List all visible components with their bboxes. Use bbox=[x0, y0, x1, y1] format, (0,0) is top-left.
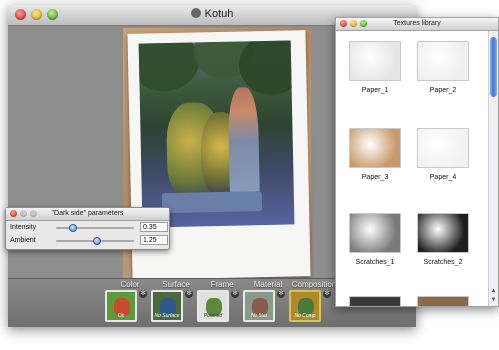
app-icon bbox=[190, 8, 201, 18]
textures-library-window: Textures library Paper_1 Paper_2 Paper_3… bbox=[335, 17, 499, 307]
texture-label: Paper_2 bbox=[429, 87, 457, 94]
effect-caption: No Comp bbox=[294, 313, 316, 319]
person-figure bbox=[227, 87, 261, 208]
gear-icon[interactable]: ✻ bbox=[231, 290, 239, 298]
scroll-down-icon[interactable]: ▼ bbox=[489, 296, 498, 305]
effect-composition[interactable]: Composition No Comp ✻ bbox=[289, 280, 336, 326]
library-title: Textures library bbox=[393, 20, 441, 27]
ambient-row: Ambient 1.25 bbox=[10, 235, 168, 247]
texture-label: Scratches_1 bbox=[355, 259, 395, 266]
effect-caption: Ok bbox=[117, 313, 125, 319]
scrollbar-thumb[interactable] bbox=[490, 37, 497, 97]
effect-thumbnail[interactable]: No Comp bbox=[289, 290, 321, 322]
intensity-slider[interactable] bbox=[56, 224, 134, 232]
effect-caption: No Mat bbox=[250, 313, 268, 319]
edited-photo[interactable] bbox=[138, 40, 295, 228]
intensity-row: Intensity 0.35 bbox=[10, 222, 168, 234]
texture-item[interactable]: Scratches_2 bbox=[414, 213, 472, 266]
texture-swatch[interactable] bbox=[417, 296, 469, 306]
library-titlebar[interactable]: Textures library bbox=[336, 18, 498, 31]
ambient-slider[interactable] bbox=[56, 237, 134, 245]
texture-swatch[interactable] bbox=[349, 41, 401, 81]
parameters-title: "Dark side" parameters bbox=[51, 210, 124, 217]
texture-item[interactable]: Paper_1 bbox=[346, 41, 404, 94]
effect-color[interactable]: Color Ok ✻ bbox=[105, 280, 149, 326]
texture-swatch[interactable] bbox=[417, 128, 469, 168]
minimize-button[interactable] bbox=[350, 20, 357, 27]
texture-swatch[interactable] bbox=[349, 296, 401, 306]
gear-icon[interactable]: ✻ bbox=[277, 290, 285, 298]
library-scrollbar[interactable]: ▲ ▼ bbox=[488, 31, 498, 306]
texture-item[interactable]: Paper_2 bbox=[414, 41, 472, 94]
close-button[interactable] bbox=[340, 20, 347, 27]
effect-thumbnail[interactable]: No Mat bbox=[243, 290, 275, 322]
minimize-button[interactable] bbox=[20, 210, 27, 217]
texture-item[interactable] bbox=[346, 296, 404, 306]
texture-label: Scratches_2 bbox=[423, 259, 463, 266]
ambient-field[interactable]: 1.25 bbox=[140, 235, 168, 245]
gear-icon[interactable]: ✻ bbox=[185, 290, 193, 298]
parameters-panel: "Dark side" parameters Intensity 0.35 Am… bbox=[5, 207, 170, 250]
gear-icon[interactable]: ✻ bbox=[323, 290, 331, 298]
parameters-titlebar[interactable]: "Dark side" parameters bbox=[6, 208, 169, 221]
texture-swatch[interactable] bbox=[417, 41, 469, 81]
effect-surface[interactable]: Surface No Surface ✻ bbox=[151, 280, 195, 326]
close-button[interactable] bbox=[10, 210, 17, 217]
window-title-text: Kotuh bbox=[204, 8, 234, 20]
texture-label: Paper_1 bbox=[361, 87, 389, 94]
effect-thumbnail[interactable]: Polaroid bbox=[197, 290, 229, 322]
zoom-button[interactable] bbox=[30, 210, 37, 217]
texture-swatch[interactable] bbox=[349, 128, 401, 168]
ambient-slider-knob[interactable] bbox=[92, 237, 101, 245]
effect-thumbnail[interactable]: Ok bbox=[105, 290, 137, 322]
texture-label: Paper_4 bbox=[429, 174, 457, 181]
texture-item[interactable]: Paper_4 bbox=[414, 128, 472, 181]
effect-caption: No Surface bbox=[154, 313, 180, 319]
texture-swatch[interactable] bbox=[417, 213, 469, 253]
zoom-button[interactable] bbox=[360, 20, 367, 27]
intensity-field[interactable]: 0.35 bbox=[140, 222, 168, 232]
texture-item[interactable]: Scratches_1 bbox=[346, 213, 404, 266]
texture-label: Paper_3 bbox=[361, 174, 389, 181]
texture-item[interactable] bbox=[414, 296, 472, 306]
ambient-label: Ambient bbox=[10, 237, 36, 244]
intensity-slider-knob[interactable] bbox=[69, 224, 78, 232]
gear-icon[interactable]: ✻ bbox=[139, 290, 147, 298]
effect-frame[interactable]: Frame Polaroid ✻ bbox=[197, 280, 241, 326]
effect-caption: Polaroid bbox=[203, 313, 223, 319]
intensity-label: Intensity bbox=[10, 224, 37, 231]
texture-item[interactable]: Paper_3 bbox=[346, 128, 404, 181]
effect-material[interactable]: Material No Mat ✻ bbox=[243, 280, 287, 326]
statue-base bbox=[161, 191, 263, 214]
scroll-up-icon[interactable]: ▲ bbox=[489, 287, 498, 296]
effect-thumbnail[interactable]: No Surface bbox=[151, 290, 183, 322]
texture-swatch[interactable] bbox=[349, 213, 401, 253]
